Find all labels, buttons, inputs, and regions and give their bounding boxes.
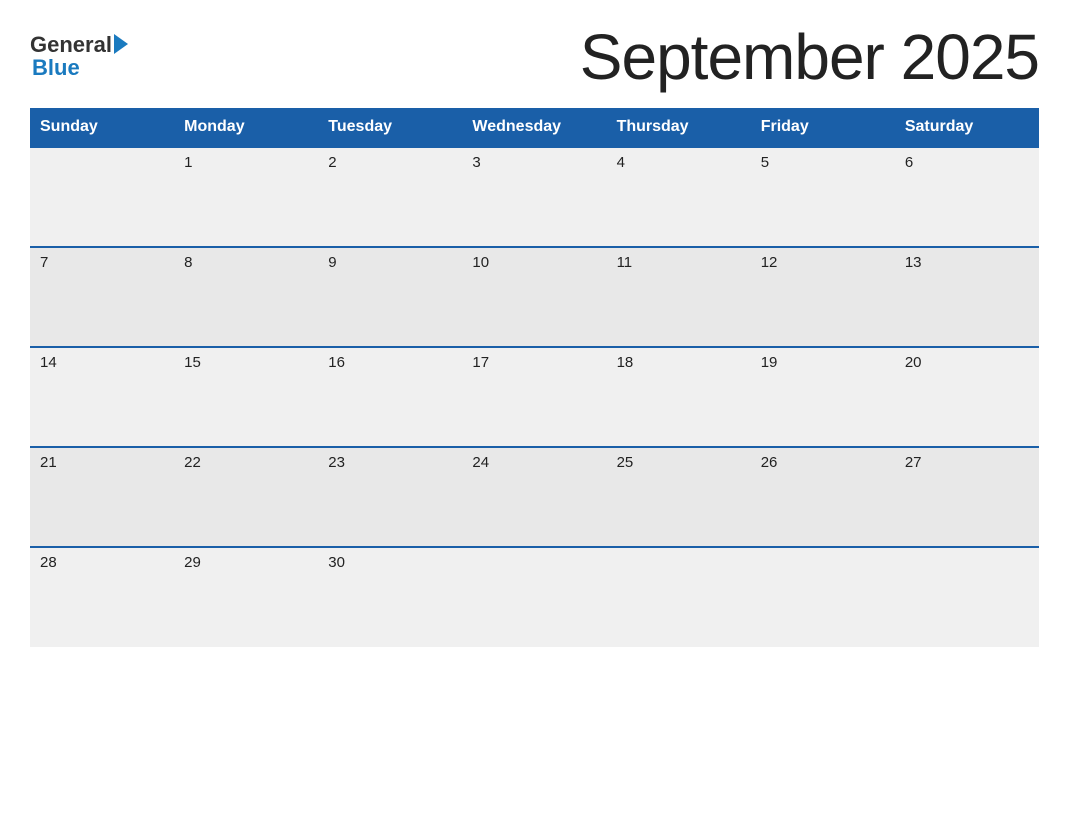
calendar-cell: 15 bbox=[174, 347, 318, 447]
calendar-week-row: 7 8 9 10 11 12 13 bbox=[30, 247, 1039, 347]
calendar-week-row: 21 22 23 24 25 26 27 bbox=[30, 447, 1039, 547]
calendar-week-row: 1 2 3 4 5 6 bbox=[30, 147, 1039, 247]
header-saturday: Saturday bbox=[895, 108, 1039, 147]
calendar-cell bbox=[30, 147, 174, 247]
logo: General Blue bbox=[30, 34, 128, 80]
calendar-cell: 19 bbox=[751, 347, 895, 447]
calendar-cell: 17 bbox=[462, 347, 606, 447]
day-number: 5 bbox=[761, 154, 769, 171]
day-number: 6 bbox=[905, 154, 913, 171]
header: General Blue September 2025 bbox=[30, 20, 1039, 94]
calendar-cell: 30 bbox=[318, 547, 462, 647]
calendar-cell: 9 bbox=[318, 247, 462, 347]
calendar-cell: 10 bbox=[462, 247, 606, 347]
weekday-header-row: Sunday Monday Tuesday Wednesday Thursday… bbox=[30, 108, 1039, 147]
calendar-cell: 8 bbox=[174, 247, 318, 347]
logo-general-text: General bbox=[30, 34, 112, 56]
day-number: 24 bbox=[472, 454, 489, 471]
calendar-cell: 2 bbox=[318, 147, 462, 247]
calendar-cell: 6 bbox=[895, 147, 1039, 247]
day-number: 15 bbox=[184, 354, 201, 371]
calendar-cell: 20 bbox=[895, 347, 1039, 447]
header-friday: Friday bbox=[751, 108, 895, 147]
calendar-cell: 1 bbox=[174, 147, 318, 247]
header-sunday: Sunday bbox=[30, 108, 174, 147]
day-number: 27 bbox=[905, 454, 922, 471]
calendar-week-row: 14 15 16 17 18 19 20 bbox=[30, 347, 1039, 447]
calendar-week-row: 28 29 30 bbox=[30, 547, 1039, 647]
day-number: 4 bbox=[617, 154, 625, 171]
calendar-cell: 14 bbox=[30, 347, 174, 447]
day-number: 21 bbox=[40, 454, 57, 471]
day-number: 16 bbox=[328, 354, 345, 371]
day-number: 11 bbox=[617, 254, 633, 271]
day-number: 28 bbox=[40, 554, 57, 571]
calendar-cell: 18 bbox=[607, 347, 751, 447]
calendar-cell: 12 bbox=[751, 247, 895, 347]
calendar-cell: 29 bbox=[174, 547, 318, 647]
calendar-cell: 4 bbox=[607, 147, 751, 247]
calendar-cell: 16 bbox=[318, 347, 462, 447]
day-number: 23 bbox=[328, 454, 345, 471]
day-number: 19 bbox=[761, 354, 778, 371]
day-number: 17 bbox=[472, 354, 489, 371]
calendar-cell bbox=[462, 547, 606, 647]
day-number: 8 bbox=[184, 254, 192, 271]
calendar-cell: 25 bbox=[607, 447, 751, 547]
logo-triangle-icon bbox=[114, 34, 128, 54]
calendar-cell: 24 bbox=[462, 447, 606, 547]
calendar-cell bbox=[751, 547, 895, 647]
calendar-header: Sunday Monday Tuesday Wednesday Thursday… bbox=[30, 108, 1039, 147]
calendar-cell bbox=[895, 547, 1039, 647]
calendar-table: Sunday Monday Tuesday Wednesday Thursday… bbox=[30, 108, 1039, 647]
calendar-cell bbox=[607, 547, 751, 647]
day-number: 29 bbox=[184, 554, 201, 571]
day-number: 30 bbox=[328, 554, 345, 571]
calendar-cell: 13 bbox=[895, 247, 1039, 347]
day-number: 3 bbox=[472, 154, 480, 171]
day-number: 26 bbox=[761, 454, 778, 471]
calendar-cell: 28 bbox=[30, 547, 174, 647]
logo-blue-text: Blue bbox=[32, 56, 128, 80]
day-number: 18 bbox=[617, 354, 634, 371]
calendar-cell: 5 bbox=[751, 147, 895, 247]
calendar-cell: 23 bbox=[318, 447, 462, 547]
header-wednesday: Wednesday bbox=[462, 108, 606, 147]
day-number: 9 bbox=[328, 254, 336, 271]
day-number: 13 bbox=[905, 254, 922, 271]
day-number: 20 bbox=[905, 354, 922, 371]
day-number: 25 bbox=[617, 454, 634, 471]
header-tuesday: Tuesday bbox=[318, 108, 462, 147]
calendar-cell: 7 bbox=[30, 247, 174, 347]
header-thursday: Thursday bbox=[607, 108, 751, 147]
calendar-cell: 26 bbox=[751, 447, 895, 547]
month-title: September 2025 bbox=[580, 20, 1039, 94]
day-number: 2 bbox=[328, 154, 336, 171]
calendar-body: 1234567891011121314151617181920212223242… bbox=[30, 147, 1039, 647]
day-number: 12 bbox=[761, 254, 778, 271]
calendar-cell: 11 bbox=[607, 247, 751, 347]
page: General Blue September 2025 Sunday Monda… bbox=[0, 0, 1069, 826]
day-number: 14 bbox=[40, 354, 57, 371]
calendar-cell: 3 bbox=[462, 147, 606, 247]
day-number: 7 bbox=[40, 254, 48, 271]
calendar-cell: 27 bbox=[895, 447, 1039, 547]
day-number: 10 bbox=[472, 254, 489, 271]
day-number: 22 bbox=[184, 454, 201, 471]
day-number: 1 bbox=[184, 154, 192, 171]
header-monday: Monday bbox=[174, 108, 318, 147]
calendar-cell: 21 bbox=[30, 447, 174, 547]
calendar-cell: 22 bbox=[174, 447, 318, 547]
